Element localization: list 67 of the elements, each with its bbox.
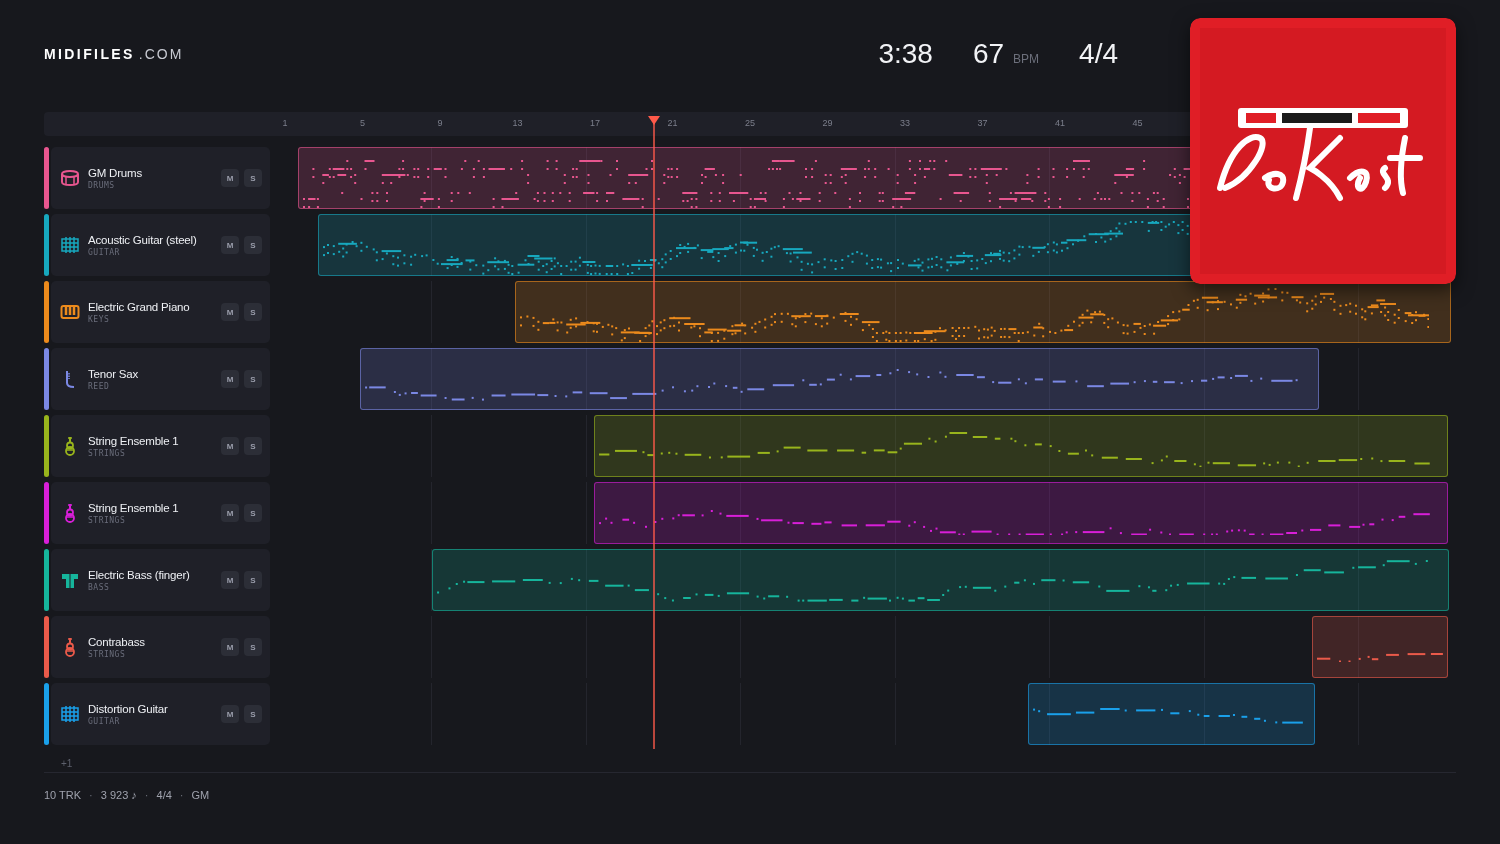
logo-suffix: .COM: [138, 46, 184, 62]
separator-dot: ·: [89, 789, 93, 801]
fretboard-icon: [60, 704, 80, 724]
solo-button[interactable]: S: [244, 303, 262, 321]
bar-number: 21: [667, 118, 678, 128]
track-category: BASS: [88, 582, 111, 592]
track-category: GUITAR: [88, 247, 121, 257]
track-category: STRINGS: [88, 515, 127, 525]
mute-button[interactable]: M: [221, 370, 239, 388]
bar-number: 1: [282, 118, 288, 128]
bar-number: 9: [437, 118, 443, 128]
mute-button[interactable]: M: [221, 571, 239, 589]
mute-button[interactable]: M: [221, 437, 239, 455]
tempo-unit: BPM: [1013, 52, 1040, 66]
file-info: 4/4: [156, 789, 172, 801]
file-info: GM: [191, 789, 210, 801]
track-category: REED: [88, 381, 111, 391]
track-name: Electric Grand Piano: [88, 300, 191, 313]
time-signature: 4/4: [1079, 38, 1118, 70]
solo-button[interactable]: S: [244, 571, 262, 589]
track-name: String Ensemble 1: [88, 434, 180, 447]
mute-button[interactable]: M: [221, 504, 239, 522]
mute-button[interactable]: M: [221, 705, 239, 723]
more-tracks-count: +1: [60, 757, 74, 771]
solo-button[interactable]: S: [244, 504, 262, 522]
track-name: Electric Bass (finger): [88, 568, 191, 581]
tempo: 67: [972, 38, 1005, 70]
bar-number: 13: [512, 118, 523, 128]
separator-dot: ·: [179, 789, 184, 801]
drum-icon: [60, 168, 80, 188]
duration: 3:38: [878, 38, 933, 70]
bar-number: 5: [360, 118, 365, 128]
solo-button[interactable]: S: [244, 437, 262, 455]
separator-dot: ·: [144, 789, 149, 801]
logo-name: MIDIFILES: [44, 46, 135, 62]
solo-button[interactable]: S: [244, 236, 262, 254]
track-name: Acoustic Guitar (steel): [88, 233, 198, 246]
mute-button[interactable]: M: [221, 303, 239, 321]
track-category: DRUMS: [88, 180, 116, 190]
track-name: Tenor Sax: [88, 367, 139, 380]
bar-number: 25: [745, 118, 755, 128]
track-name: GM Drums: [88, 166, 143, 179]
bar-number: 45: [1132, 118, 1143, 128]
bar-number: 29: [822, 118, 833, 128]
bar-number: 17: [590, 118, 600, 128]
track-name: Contrabass: [88, 635, 146, 648]
mute-button[interactable]: M: [221, 236, 239, 254]
solo-button[interactable]: S: [244, 169, 262, 187]
mute-button[interactable]: M: [221, 638, 239, 656]
bar-number: 41: [1055, 118, 1065, 128]
solo-button[interactable]: S: [244, 638, 262, 656]
track-category: KEYS: [88, 314, 111, 324]
track-name: Distortion Guitar: [88, 702, 169, 715]
track-name: String Ensemble 1: [88, 501, 180, 514]
track-category: GUITAR: [88, 716, 121, 726]
mute-button[interactable]: M: [221, 169, 239, 187]
playhead[interactable]: [648, 116, 661, 749]
bar-number: 37: [977, 118, 988, 128]
file-info: 3 923 ♪: [100, 789, 137, 801]
piano-icon: [60, 302, 80, 322]
file-info: 10 TRK: [44, 789, 82, 801]
solo-button[interactable]: S: [244, 370, 262, 388]
bar-number: 33: [900, 118, 910, 128]
track-category: STRINGS: [88, 649, 127, 659]
fretboard-icon: [60, 235, 80, 255]
solo-button[interactable]: S: [244, 705, 262, 723]
track-category: STRINGS: [88, 448, 127, 458]
